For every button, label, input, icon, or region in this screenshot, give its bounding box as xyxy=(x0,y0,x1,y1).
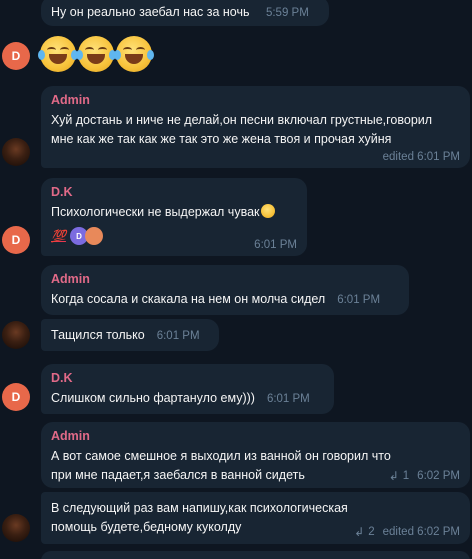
reply-count[interactable]: 1 xyxy=(403,470,409,482)
sender-name[interactable]: Admin xyxy=(51,93,460,108)
avatar-dk[interactable]: D xyxy=(2,42,30,70)
message-text: Тащился только 6:01 PM xyxy=(51,326,209,346)
reply-icon[interactable]: ↲ xyxy=(354,525,364,539)
reaction-avatar xyxy=(84,227,103,245)
face-with-tears-of-joy-icon xyxy=(38,36,78,72)
avatar-admin[interactable] xyxy=(2,138,30,166)
message-bubble[interactable]: Admin А вот самое смешное я выходил из в… xyxy=(41,422,470,488)
message-time: 6:01 PM xyxy=(266,393,310,405)
message-time: 6:01 PM xyxy=(337,294,381,306)
avatar-dk[interactable]: D xyxy=(2,383,30,411)
message-bubble[interactable]: D.K Психологически не выдержал чувак 💯 D… xyxy=(41,178,307,256)
face-with-tears-of-joy-icon xyxy=(114,36,154,72)
avatar-admin[interactable] xyxy=(2,321,30,349)
reply-count[interactable]: 2 xyxy=(368,526,374,538)
message-bubble[interactable]: Ну он реально заебал нас за ночь 5:59 PM xyxy=(41,0,329,26)
message-time: 5:59 PM xyxy=(265,7,309,19)
face-with-tears-of-joy-icon xyxy=(261,204,276,218)
message-bubble[interactable]: В следующий раз вам напишу,как психологи… xyxy=(41,492,470,544)
message-text: Психологически не выдержал чувак xyxy=(51,203,297,222)
message-text: Хуй достань и ниче не делай,он песни вкл… xyxy=(51,113,433,146)
emoji-message[interactable] xyxy=(38,36,154,72)
message-time: edited 6:02 PM xyxy=(382,526,460,538)
message-text: Слишком сильно фартануло ему))) 6:01 PM xyxy=(51,389,324,409)
message-time: 6:01 PM xyxy=(254,239,297,251)
chat-history[interactable]: Ну он реально заебал нас за ночь 5:59 PM… xyxy=(0,0,472,559)
message-bubble[interactable]: Admin Когда сосала и скакала на нем он м… xyxy=(41,265,409,315)
message-bubble[interactable]: Admin Хуй достань и ниче не делай,он пес… xyxy=(41,86,470,168)
message-text: Когда сосала и скакала на нем он молча с… xyxy=(51,290,399,310)
message-time: edited 6:01 PM xyxy=(382,151,460,163)
message-meta: ↲ 2 edited 6:02 PM xyxy=(354,525,460,539)
message-bubble[interactable]: D.K Слишком сильно фартануло ему))) 6:01 … xyxy=(41,364,334,414)
avatar-dk[interactable]: D xyxy=(2,226,30,254)
sender-name[interactable]: D.K xyxy=(51,371,324,386)
sender-name[interactable]: Admin xyxy=(51,272,399,287)
message-bubble[interactable]: Тащился только 6:01 PM xyxy=(41,319,219,351)
message-text: В следующий раз вам напишу,как психологи… xyxy=(51,501,348,534)
message-time: 6:01 PM xyxy=(156,330,200,342)
avatar-admin[interactable] xyxy=(2,514,30,542)
message-time: 6:02 PM xyxy=(417,470,460,482)
reply-icon[interactable]: ↲ xyxy=(389,469,399,483)
face-with-tears-of-joy-icon xyxy=(76,36,116,72)
sender-name[interactable]: Admin xyxy=(51,429,460,444)
message-meta: ↲ 1 6:02 PM xyxy=(389,469,460,483)
message-bubble-partial[interactable] xyxy=(41,551,470,559)
message-text: А вот самое смешное я выходил из ванной … xyxy=(51,449,391,482)
message-text: Ну он реально заебал нас за ночь xyxy=(51,5,250,19)
hundred-points-icon: 💯 xyxy=(51,229,66,243)
sender-name[interactable]: D.K xyxy=(51,185,297,200)
